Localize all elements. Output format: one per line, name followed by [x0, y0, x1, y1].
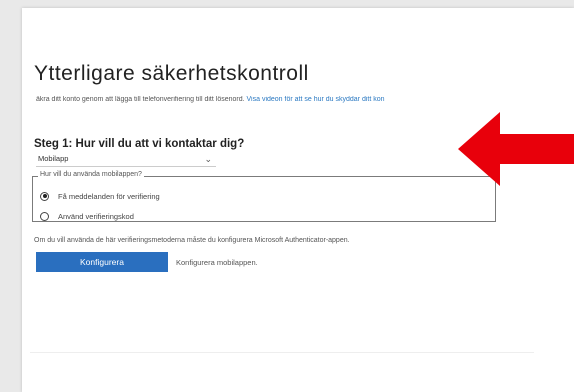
intro-description: äkra ditt konto genom att lägga till tel…: [36, 96, 245, 103]
contact-method-select[interactable]: Mobilapp ⌄: [36, 152, 216, 167]
config-note: Om du vill använda de här verifieringsme…: [34, 237, 350, 244]
option-notifications-label: Få meddelanden för verifiering: [58, 192, 160, 201]
contact-method-value: Mobilapp: [38, 154, 69, 163]
radio-selected-icon[interactable]: [40, 191, 49, 201]
option-notifications[interactable]: Få meddelanden för verifiering: [40, 191, 160, 202]
video-link[interactable]: Visa videon för att se hur du skyddar di…: [247, 96, 385, 103]
arrow-left-icon: [458, 112, 574, 186]
arrow-shape: [458, 112, 574, 186]
option-verification-code-label: Använd verifieringskod: [58, 212, 134, 221]
chevron-down-icon: ⌄: [204, 154, 212, 164]
divider: [30, 352, 534, 353]
intro-text: äkra ditt konto genom att lägga till tel…: [36, 96, 556, 103]
step1-heading: Steg 1: Hur vill du att vi kontaktar dig…: [34, 138, 245, 150]
mobile-app-legend: Hur vill du använda mobilappen?: [38, 171, 144, 178]
page-title: Ytterligare säkerhetskontroll: [34, 62, 309, 85]
configure-description: Konfigurera mobilappen.: [176, 258, 258, 267]
option-verification-code[interactable]: Använd verifieringskod: [40, 211, 134, 222]
configure-button[interactable]: Konfigurera: [36, 252, 168, 272]
radio-empty-icon[interactable]: [40, 211, 49, 221]
